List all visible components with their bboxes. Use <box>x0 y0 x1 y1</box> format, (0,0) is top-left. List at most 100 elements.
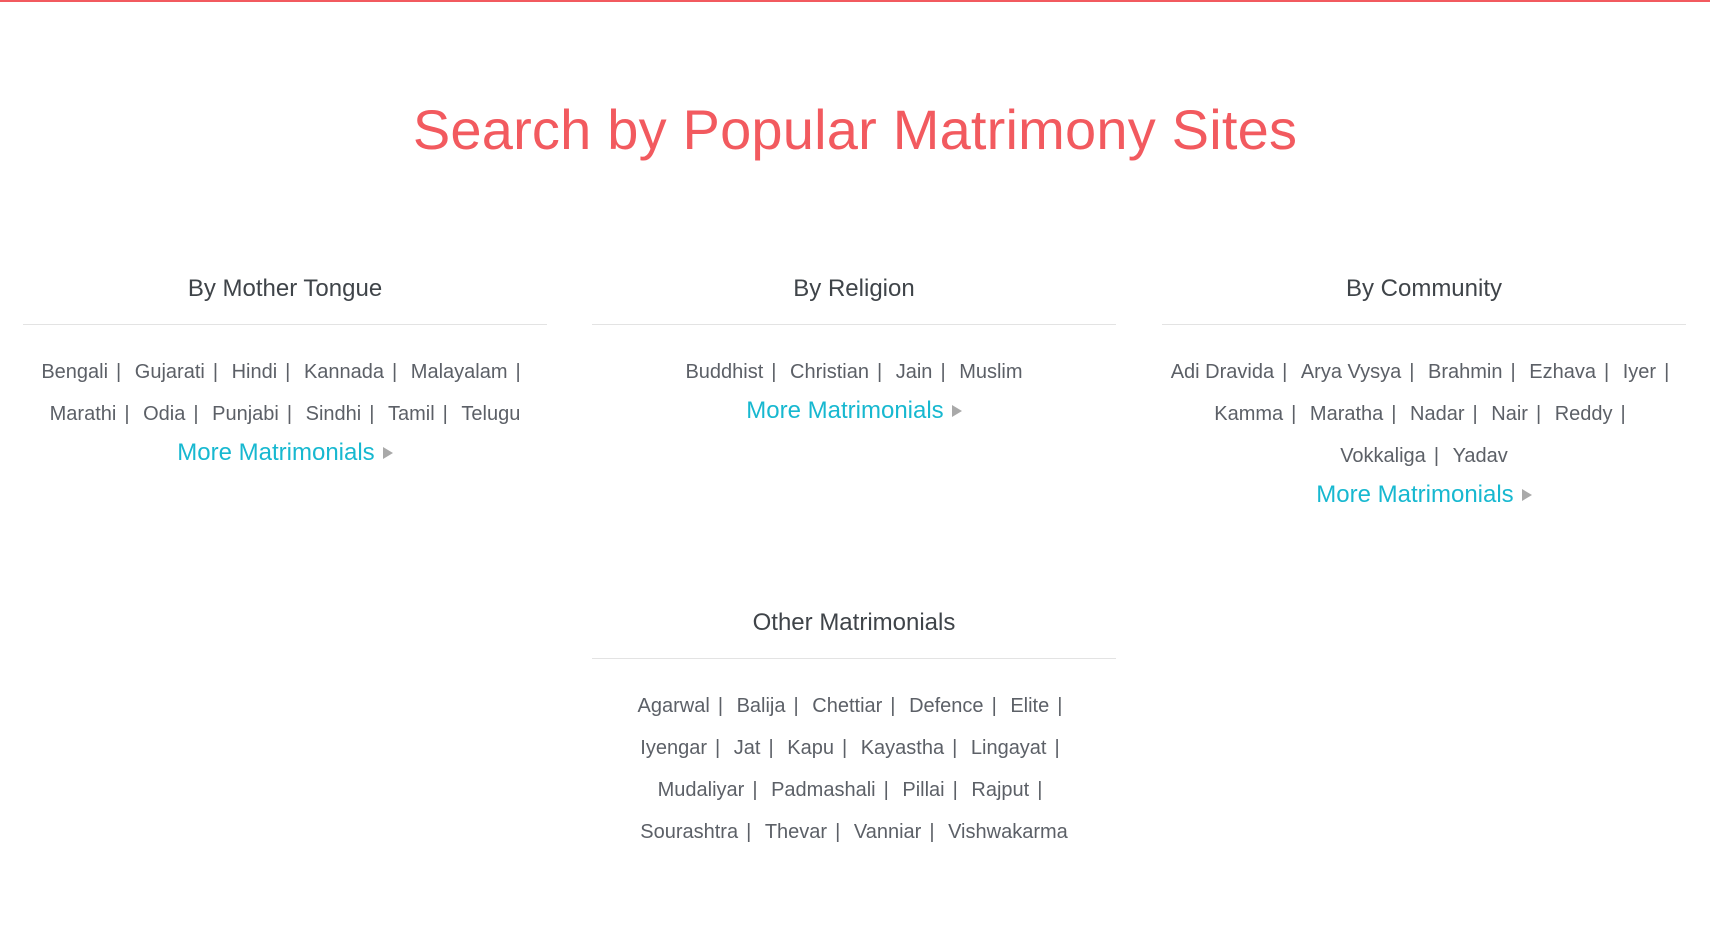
other-link-padmashali[interactable]: Padmashali <box>771 779 876 801</box>
other-link-defence[interactable]: Defence <box>909 695 984 717</box>
link-separator: | <box>1433 445 1440 467</box>
link-separator: | <box>1037 779 1043 801</box>
other-link-balija[interactable]: Balija <box>737 695 786 717</box>
other-link-vanniar[interactable]: Vanniar <box>854 821 921 843</box>
other-matrimonials-section: Other Matrimonials Agarwal | Balija | Chet… <box>592 608 1116 853</box>
more-link-label: More Matrimonials <box>1316 481 1514 508</box>
link-separator: | <box>835 821 841 843</box>
link-separator: | <box>515 361 521 383</box>
mother-tongue-link-kannada[interactable]: Kannada <box>304 361 384 383</box>
other-link-kayastha[interactable]: Kayastha <box>861 737 944 759</box>
list-item: Marathi | <box>50 403 138 425</box>
community-more-link[interactable]: More Matrimonials <box>1316 477 1532 513</box>
list-item: Balija | <box>737 695 807 717</box>
mother-tongue-link-bengali[interactable]: Bengali <box>41 361 108 383</box>
other-link-jat[interactable]: Jat <box>734 737 761 759</box>
list-item: Kannada | <box>304 361 405 383</box>
religion-link-jain[interactable]: Jain <box>896 361 933 383</box>
community-link-list: Adi Dravida | Arya Vysya | Brahmin | Ezhava… <box>1162 351 1686 477</box>
mother-tongue-link-sindhi[interactable]: Sindhi <box>306 403 362 425</box>
list-item: Chettiar | <box>812 695 903 717</box>
list-item: Muslim <box>959 361 1022 383</box>
religion-link-christian[interactable]: Christian <box>790 361 869 383</box>
list-item: Vanniar | <box>854 821 943 843</box>
list-item: Brahmin | <box>1428 361 1524 383</box>
community-link-nair[interactable]: Nair <box>1491 403 1528 425</box>
link-separator: | <box>717 695 724 717</box>
list-item: Reddy | <box>1555 403 1634 425</box>
list-item: Christian | <box>790 361 890 383</box>
list-item: Elite | <box>1010 695 1070 717</box>
list-item: Kapu | <box>787 737 855 759</box>
religion-more-link[interactable]: More Matrimonials <box>746 393 962 429</box>
community-link-yadav[interactable]: Yadav <box>1453 445 1508 467</box>
other-link-sourashtra[interactable]: Sourashtra <box>640 821 738 843</box>
mother-tongue-link-marathi[interactable]: Marathi <box>50 403 117 425</box>
other-link-iyengar[interactable]: Iyengar <box>640 737 707 759</box>
link-separator: | <box>1620 403 1626 425</box>
link-separator: | <box>1472 403 1478 425</box>
other-link-pillai[interactable]: Pillai <box>902 779 944 801</box>
link-separator: | <box>116 361 122 383</box>
list-item: Rajput | <box>971 779 1050 801</box>
list-item: Nadar | <box>1410 403 1486 425</box>
list-item: Arya Vysya | <box>1301 361 1423 383</box>
link-separator: | <box>883 779 889 801</box>
community-link-brahmin[interactable]: Brahmin <box>1428 361 1502 383</box>
list-item: Agarwal | <box>638 695 731 717</box>
community-link-vokkaliga[interactable]: Vokkaliga <box>1340 445 1426 467</box>
link-separator: | <box>392 361 398 383</box>
other-link-chettiar[interactable]: Chettiar <box>812 695 882 717</box>
list-item: Jat | <box>734 737 782 759</box>
religion-link-muslim[interactable]: Muslim <box>959 361 1022 383</box>
mother-tongue-link-gujarati[interactable]: Gujarati <box>135 361 205 383</box>
mother-tongue-heading: By Mother Tongue <box>23 274 547 325</box>
list-item: Kayastha | <box>861 737 966 759</box>
community-link-kamma[interactable]: Kamma <box>1214 403 1283 425</box>
link-separator: | <box>1057 695 1063 717</box>
list-item: Vishwakarma <box>948 821 1068 843</box>
link-separator: | <box>793 695 799 717</box>
mother-tongue-link-punjabi[interactable]: Punjabi <box>212 403 279 425</box>
link-separator: | <box>1282 361 1288 383</box>
community-link-arya-vysya[interactable]: Arya Vysya <box>1301 361 1401 383</box>
community-link-ezhava[interactable]: Ezhava <box>1529 361 1596 383</box>
list-item: Sourashtra | <box>640 821 759 843</box>
link-separator: | <box>1535 403 1542 425</box>
community-link-maratha[interactable]: Maratha <box>1310 403 1383 425</box>
religion-section: By Religion Buddhist | Christian | Jain | M… <box>592 274 1116 429</box>
community-link-reddy[interactable]: Reddy <box>1555 403 1613 425</box>
link-separator: | <box>212 361 219 383</box>
link-separator: | <box>193 403 199 425</box>
other-link-lingayat[interactable]: Lingayat <box>971 737 1047 759</box>
community-link-iyer[interactable]: Iyer <box>1623 361 1656 383</box>
other-link-mudaliyar[interactable]: Mudaliyar <box>658 779 745 801</box>
list-item: Punjabi | <box>212 403 300 425</box>
link-separator: | <box>1664 361 1670 383</box>
mother-tongue-link-tamil[interactable]: Tamil <box>388 403 435 425</box>
mother-tongue-more-link[interactable]: More Matrimonials <box>177 435 393 471</box>
other-link-elite[interactable]: Elite <box>1010 695 1049 717</box>
community-link-adi-dravida[interactable]: Adi Dravida <box>1171 361 1274 383</box>
other-link-kapu[interactable]: Kapu <box>787 737 834 759</box>
list-item: Pillai | <box>902 779 965 801</box>
list-item: Iyengar | <box>640 737 728 759</box>
link-separator: | <box>285 361 291 383</box>
list-item: Lingayat | <box>971 737 1068 759</box>
list-item: Maratha | <box>1310 403 1405 425</box>
other-link-thevar[interactable]: Thevar <box>765 821 827 843</box>
link-separator: | <box>1510 361 1516 383</box>
religion-link-buddhist[interactable]: Buddhist <box>685 361 763 383</box>
list-item: Yadav <box>1453 445 1508 467</box>
other-link-vishwakarma[interactable]: Vishwakarma <box>948 821 1068 843</box>
mother-tongue-link-telugu[interactable]: Telugu <box>461 403 520 425</box>
community-section: By Community Adi Dravida | Arya Vysya | Br… <box>1162 274 1686 513</box>
other-link-rajput[interactable]: Rajput <box>971 779 1029 801</box>
mother-tongue-link-hindi[interactable]: Hindi <box>232 361 278 383</box>
link-separator: | <box>771 361 777 383</box>
mother-tongue-link-odia[interactable]: Odia <box>143 403 185 425</box>
other-link-agarwal[interactable]: Agarwal <box>638 695 710 717</box>
mother-tongue-link-malayalam[interactable]: Malayalam <box>411 361 508 383</box>
community-link-nadar[interactable]: Nadar <box>1410 403 1464 425</box>
more-link-label: More Matrimonials <box>746 397 944 424</box>
